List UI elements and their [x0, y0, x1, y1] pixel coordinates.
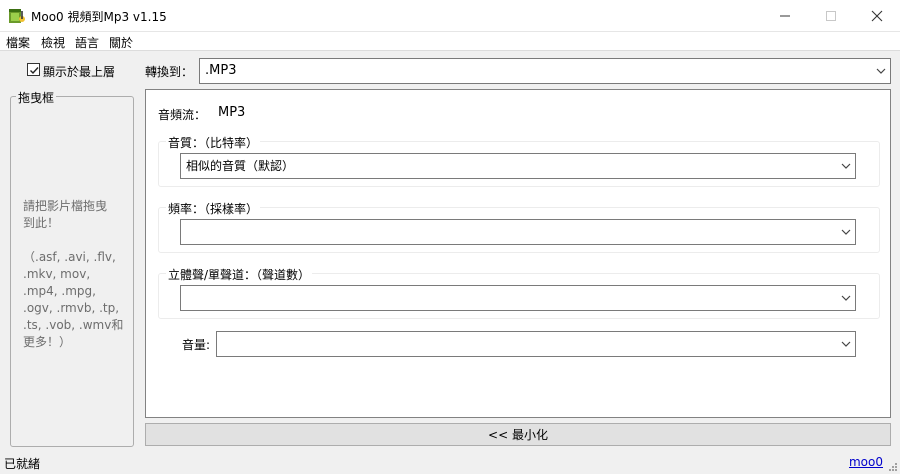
menu-about[interactable]: 關於	[109, 34, 133, 51]
frequency-group-title: 頻率：（採樣率）	[166, 200, 261, 217]
chevron-down-icon	[841, 341, 851, 347]
minimize-panel-label: << 最小化	[488, 428, 548, 442]
menu-bar: 檔案 檢視 語言 關於	[0, 32, 900, 51]
drag-box-hint: 請把影片檔拖曳 到此！ （.asf, .avi, .flv, .mkv, mov…	[23, 199, 124, 349]
maximize-window-button	[808, 0, 854, 32]
resize-grip-icon[interactable]	[888, 462, 898, 472]
minimize-window-button[interactable]	[762, 0, 808, 32]
window-title: Moo0 視頻到Mp3 v1.15	[31, 10, 167, 24]
audio-stream-label: 音頻流：	[158, 108, 207, 122]
quality-select[interactable]: 相似的音質（默認）	[180, 153, 856, 179]
drag-box-title: 拖曳框	[16, 89, 57, 106]
convert-to-value: .MP3	[205, 63, 237, 78]
audio-stream-value: MP3	[218, 105, 246, 120]
title-bar[interactable]: Moo0 視頻到Mp3 v1.15	[0, 0, 900, 32]
quality-group-title: 音質：（比特率）	[166, 134, 261, 151]
moo0-link[interactable]: moo0	[849, 455, 883, 469]
app-icon	[8, 7, 26, 25]
menu-view[interactable]: 檢視	[41, 34, 65, 51]
status-bar: 已就緒 moo0	[0, 451, 900, 474]
checkmark-icon	[30, 67, 39, 75]
menu-file[interactable]: 檔案	[6, 34, 30, 51]
minimize-panel-button[interactable]: << 最小化	[145, 423, 891, 446]
minimize-icon	[780, 15, 790, 17]
audio-settings-panel: 音頻流： MP3 音質：（比特率） 相似的音質（默認） 頻率：（採樣率） 立體聲…	[145, 89, 891, 418]
frequency-select[interactable]	[180, 219, 856, 245]
chevron-down-icon	[841, 163, 851, 169]
quality-value: 相似的音質（默認）	[186, 159, 295, 173]
chevron-down-icon	[841, 229, 851, 235]
convert-to-select[interactable]: .MP3	[199, 58, 891, 84]
chevron-down-icon	[841, 295, 851, 301]
channels-group-title: 立體聲/單聲道：（聲道數）	[166, 266, 313, 283]
close-icon	[871, 10, 883, 22]
status-text: 已就緒	[4, 457, 41, 471]
channels-select[interactable]	[180, 285, 856, 311]
maximize-icon	[826, 11, 836, 21]
volume-select[interactable]	[216, 331, 856, 357]
stay-on-top-checkbox[interactable]	[27, 63, 40, 76]
close-window-button[interactable]	[854, 0, 900, 32]
menu-language[interactable]: 語言	[75, 34, 99, 51]
convert-to-label: 轉換到：	[145, 65, 194, 79]
volume-label: 音量:	[182, 338, 211, 352]
chevron-down-icon	[876, 68, 886, 74]
stay-on-top-label[interactable]: 顯示於最上層	[43, 63, 115, 80]
